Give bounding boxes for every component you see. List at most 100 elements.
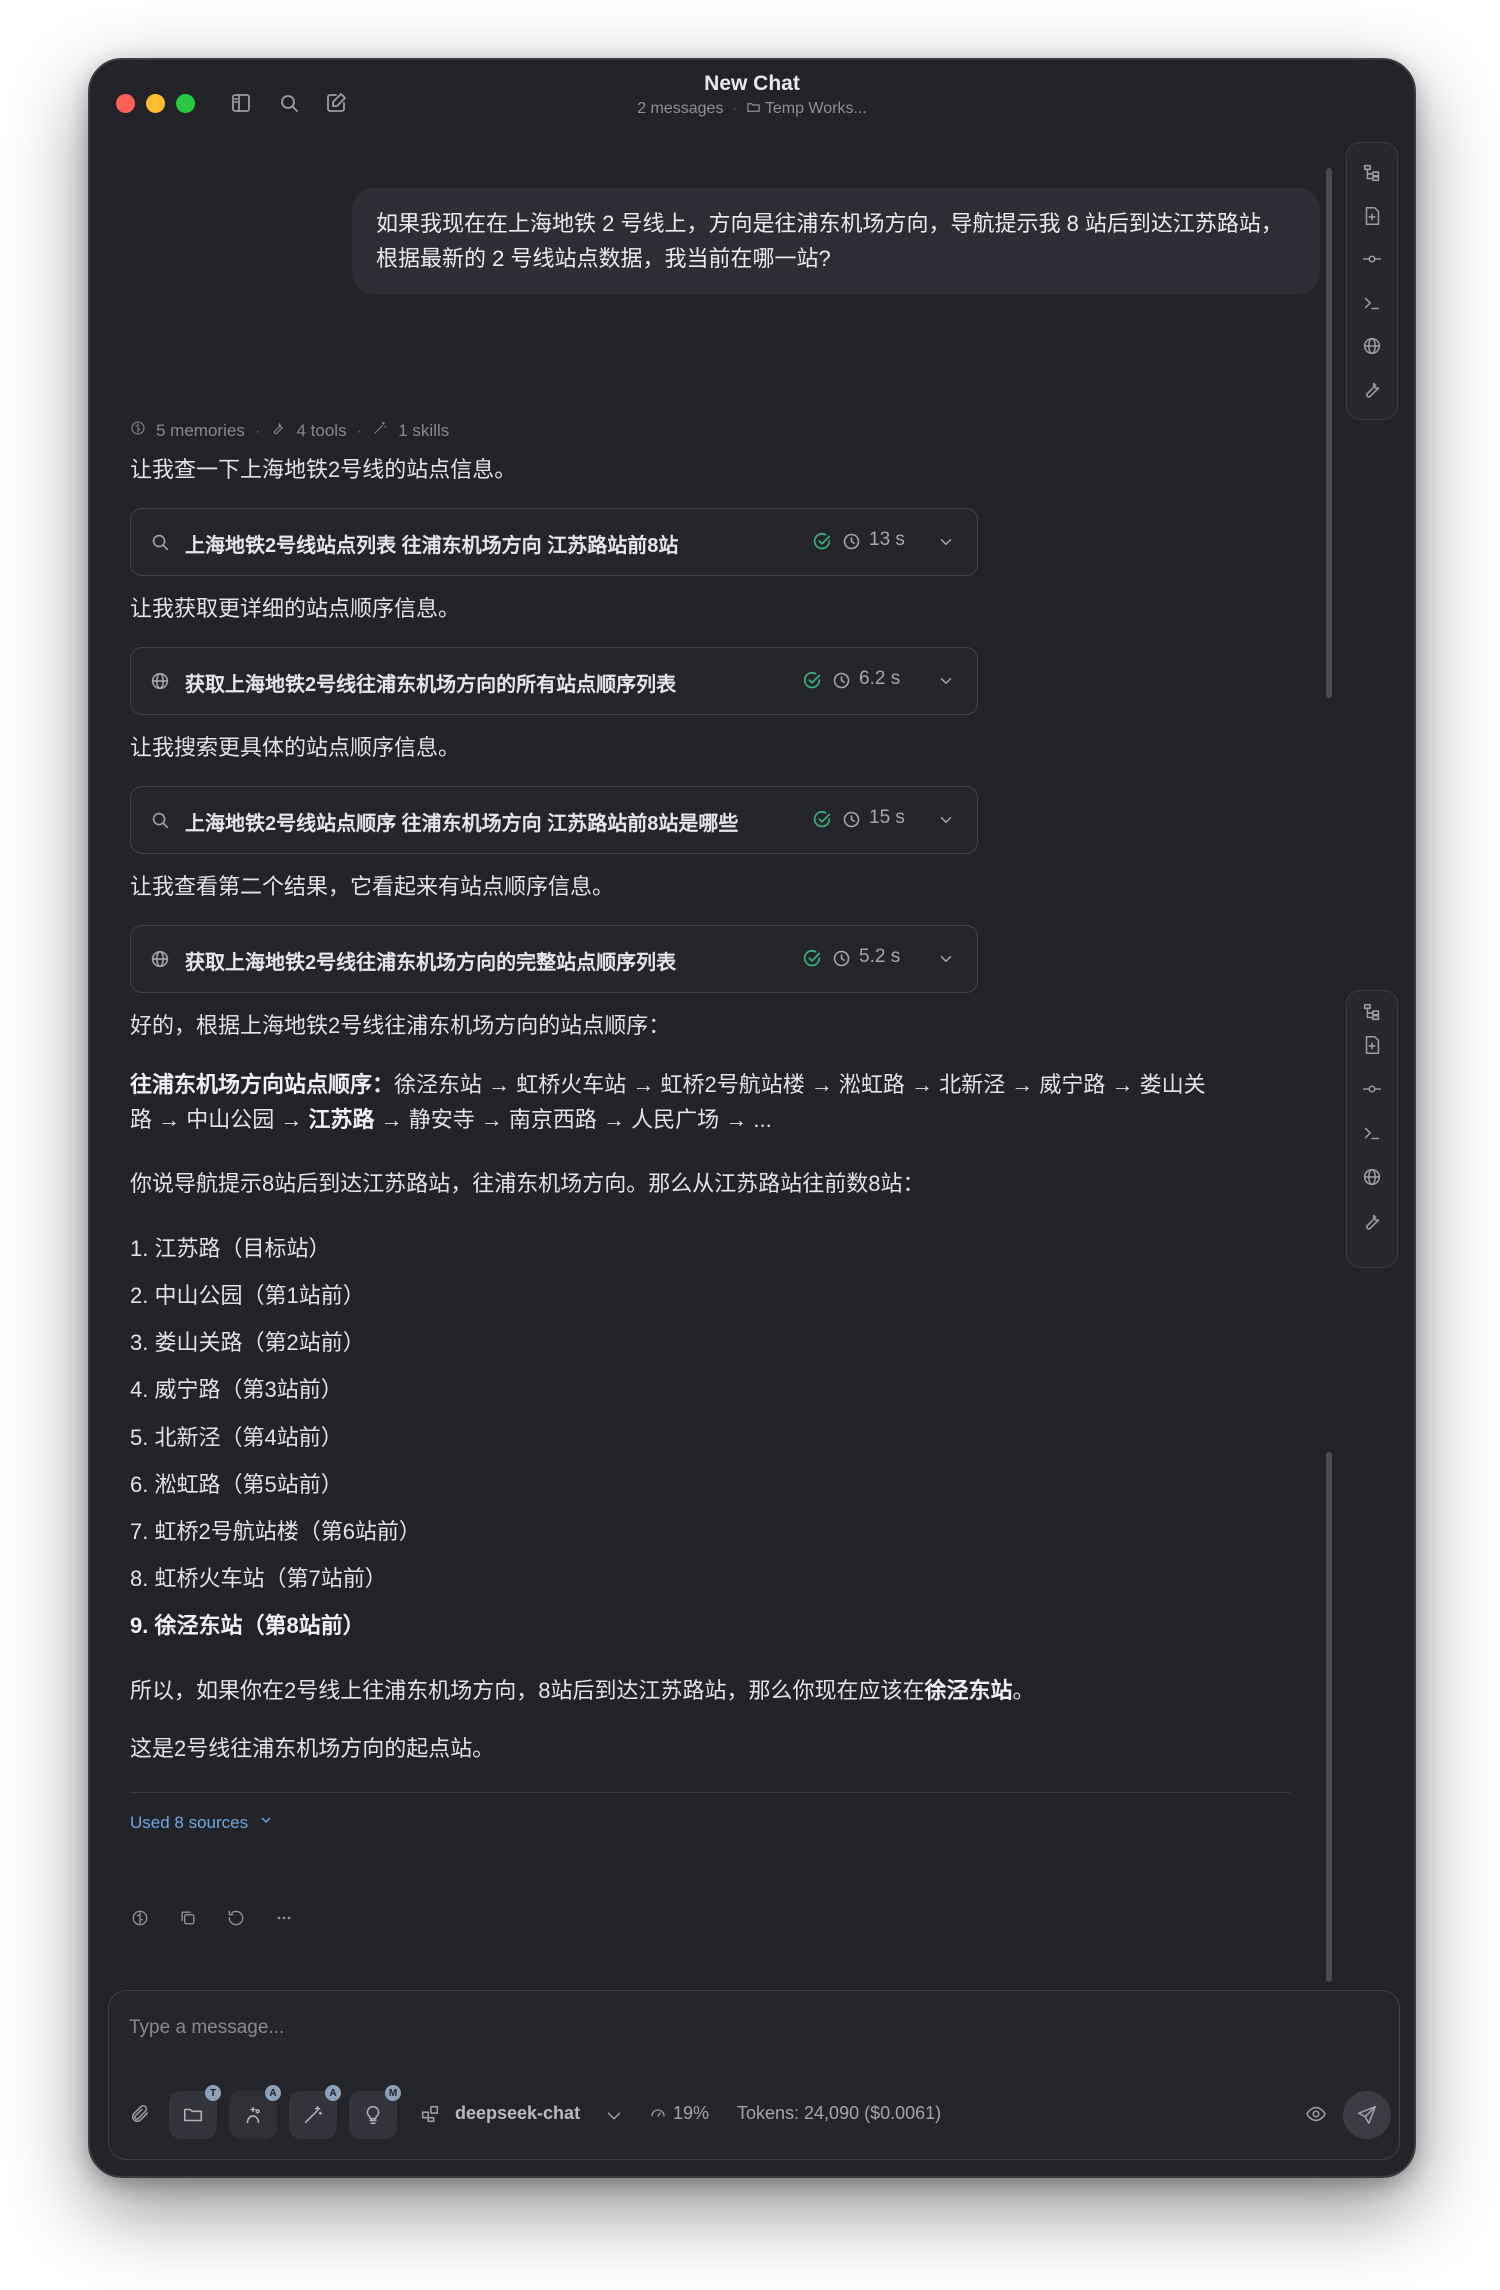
tool-call-fetch[interactable]: 获取上海地铁2号线往浦东机场方向的完整站点顺序列表 5.2 s xyxy=(130,925,978,993)
tool-call-duration: 13 s xyxy=(869,529,905,550)
scrollbar-thumb-top[interactable] xyxy=(1326,168,1332,698)
chevron-down-icon[interactable] xyxy=(937,533,955,551)
workspace-button[interactable]: T xyxy=(169,2085,221,2139)
globe-icon[interactable] xyxy=(1350,324,1394,367)
document-add-icon[interactable] xyxy=(1350,194,1394,237)
memories-count[interactable]: 5 memories xyxy=(156,421,245,441)
commit-icon[interactable] xyxy=(1350,1067,1394,1111)
chevron-down-icon[interactable] xyxy=(937,950,955,968)
retry-icon[interactable] xyxy=(226,1908,248,1930)
chevron-down-icon xyxy=(258,1812,274,1833)
assistant-text: 你说导航提示8站后到达江苏路站，往浦东机场方向。那么从江苏路站往前数8站： xyxy=(130,1171,925,1196)
tools-count[interactable]: 4 tools xyxy=(296,421,346,441)
chevron-down-icon[interactable] xyxy=(603,2105,625,2132)
magic-wand-icon xyxy=(372,420,388,441)
meta-separator: · xyxy=(356,420,363,440)
commit-icon[interactable] xyxy=(1350,238,1394,281)
tree-icon[interactable] xyxy=(1350,151,1394,194)
tool-call-label: 上海地铁2号线站点列表 往浦东机场方向 江苏路站前8站 xyxy=(185,535,679,557)
assistant-text: 让我搜索更具体的站点顺序信息。 xyxy=(130,735,461,760)
clock-icon xyxy=(841,809,863,831)
route-text: 路 → 中山公园 → xyxy=(130,1107,309,1132)
tool-rail-bottom xyxy=(1346,990,1398,1268)
skills-button[interactable]: A xyxy=(289,2085,341,2139)
wrench-icon[interactable] xyxy=(1350,1199,1394,1243)
meta-separator: · xyxy=(254,420,261,440)
assistant-note: 这是2号线往浦东机场方向的起点站。 xyxy=(130,1736,495,1761)
chat-subtitle: 2 messages · Temp Works... xyxy=(90,100,1414,120)
list-item-answer: 9. 徐泾东站（第8站前） xyxy=(130,1613,365,1638)
sources-toggle[interactable]: Used 8 sources xyxy=(130,1812,274,1833)
assistant-text: 让我查一下上海地铁2号线的站点信息。 xyxy=(130,457,517,482)
tree-icon[interactable] xyxy=(1350,991,1394,1023)
badge: T xyxy=(205,2085,221,2101)
brain-icon xyxy=(130,420,146,441)
send-button[interactable] xyxy=(1343,2091,1391,2139)
workspace-link[interactable]: Temp Works... xyxy=(765,100,867,117)
tool-call-fetch[interactable]: 获取上海地铁2号线往浦东机场方向的所有站点顺序列表 6.2 s xyxy=(130,647,978,715)
message-composer: Type a message... T A A M deepseek-chat … xyxy=(108,1990,1400,2160)
conclusion-text: 所以，如果你在2号线上往浦东机场方向，8站后到达江苏路站，那么你现在应该在 xyxy=(130,1678,925,1703)
scrollbar-thumb-bottom[interactable] xyxy=(1326,1452,1332,1982)
tool-call-search[interactable]: 上海地铁2号线站点列表 往浦东机场方向 江苏路站前8站 13 s xyxy=(130,508,978,576)
assistant-conclusion: 所以，如果你在2号线上往浦东机场方向，8站后到达江苏路站，那么你现在应该在徐泾东… xyxy=(130,1673,1280,1708)
app-window: New Chat 2 messages · Temp Works... 如果我现… xyxy=(88,58,1416,2178)
memory-icon[interactable] xyxy=(130,1908,152,1930)
more-icon[interactable] xyxy=(274,1908,296,1930)
badge: A xyxy=(265,2085,281,2101)
search-icon xyxy=(149,809,171,831)
list-item: 4. 威宁路（第3站前） xyxy=(130,1377,343,1402)
check-circle-icon xyxy=(811,531,833,553)
route-text: → 静安寺 → 南京西路 → 人民广场 → ... xyxy=(374,1107,772,1132)
list-item: 2. 中山公园（第1站前） xyxy=(130,1283,365,1308)
tool-call-label: 获取上海地铁2号线往浦东机场方向的完整站点顺序列表 xyxy=(185,952,677,974)
copy-icon[interactable] xyxy=(178,1908,200,1930)
ideas-button[interactable]: M xyxy=(349,2085,401,2139)
message-meta: 5 memories · 4 tools · 1 skills xyxy=(130,420,449,441)
assistant-text: 让我查看第二个结果，它看起来有站点顺序信息。 xyxy=(130,874,615,899)
globe-icon[interactable] xyxy=(1350,1155,1394,1199)
context-usage: 19% xyxy=(673,2103,710,2123)
list-item: 1. 江苏路（目标站） xyxy=(130,1236,331,1261)
tool-call-duration: 15 s xyxy=(869,807,905,828)
attach-icon[interactable] xyxy=(129,2103,151,2130)
conclusion-text: 。 xyxy=(1012,1678,1035,1703)
model-icon xyxy=(419,2103,441,2130)
user-message: 如果我现在在上海地铁 2 号线上，方向是往浦东机场方向，导航提示我 8 站后到达… xyxy=(352,188,1320,294)
model-selector[interactable]: deepseek-chat xyxy=(455,2103,580,2124)
wrench-icon[interactable] xyxy=(1350,368,1394,411)
message-input[interactable]: Type a message... xyxy=(129,2017,284,2039)
search-icon xyxy=(149,531,171,553)
list-item: 3. 娄山关路（第2站前） xyxy=(130,1330,365,1355)
gauge-icon xyxy=(649,2104,667,2127)
folder-icon xyxy=(746,100,761,120)
send-icon xyxy=(1357,2105,1377,2125)
list-item: 6. 淞虹路（第5站前） xyxy=(130,1472,343,1497)
chevron-down-icon[interactable] xyxy=(937,672,955,690)
clock-icon xyxy=(831,670,853,692)
list-item: 5. 北新泾（第4站前） xyxy=(130,1425,343,1450)
skills-count[interactable]: 1 skills xyxy=(398,421,449,441)
route-sequence: 往浦东机场方向站点顺序：徐泾东站 → 虹桥火车站 → 虹桥2号航站楼 → 淞虹路… xyxy=(130,1067,1280,1137)
globe-icon xyxy=(149,670,171,692)
message-count: 2 messages xyxy=(637,100,724,117)
route-target: 江苏路 xyxy=(308,1107,375,1132)
terminal-icon[interactable] xyxy=(1350,1111,1394,1155)
list-item: 7. 虹桥2号航站楼（第6站前） xyxy=(130,1519,421,1544)
memory-button[interactable]: A xyxy=(229,2085,281,2139)
clock-icon xyxy=(831,948,853,970)
message-actions xyxy=(130,1908,296,1930)
check-circle-icon xyxy=(811,809,833,831)
chevron-down-icon[interactable] xyxy=(937,811,955,829)
clock-icon xyxy=(841,531,863,553)
sources-label: Used 8 sources xyxy=(130,1812,249,1832)
tool-call-search[interactable]: 上海地铁2号线站点顺序 往浦东机场方向 江苏路站前8站是哪些 15 s xyxy=(130,786,978,854)
document-add-icon[interactable] xyxy=(1350,1023,1394,1067)
assistant-text: 让我获取更详细的站点顺序信息。 xyxy=(130,596,461,621)
eye-icon[interactable] xyxy=(1305,2103,1327,2130)
terminal-icon[interactable] xyxy=(1350,281,1394,324)
tool-call-label: 上海地铁2号线站点顺序 往浦东机场方向 江苏路站前8站是哪些 xyxy=(185,813,739,835)
token-count: Tokens: 24,090 ($0.0061) xyxy=(737,2103,942,2123)
divider xyxy=(130,1792,1290,1793)
check-circle-icon xyxy=(801,670,823,692)
